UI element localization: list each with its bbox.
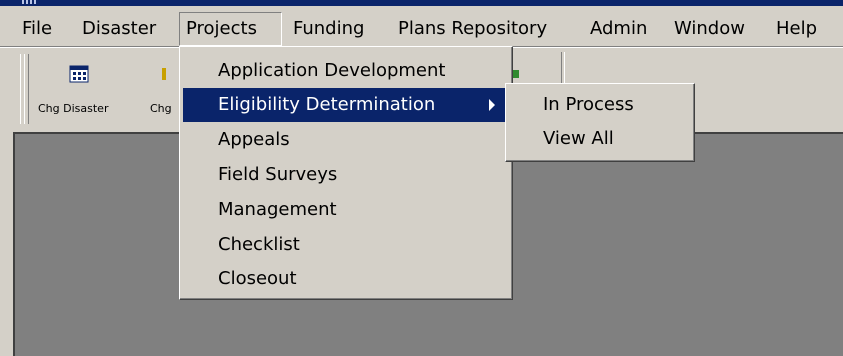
menu-item-eligibility-determination-label: Eligibility Determination — [218, 94, 436, 115]
menu-plans-repository[interactable]: Plans Repository — [392, 12, 553, 46]
menu-file[interactable]: File — [16, 12, 58, 46]
menu-item-checklist[interactable]: Checklist — [183, 228, 509, 262]
chg-disaster-label: Chg Disaster — [38, 102, 109, 115]
application-window: File Disaster Projects Funding Plans Rep… — [0, 0, 843, 356]
chg-button[interactable]: Chg — [148, 60, 180, 124]
submenu-item-in-process[interactable]: In Process — [509, 88, 691, 122]
menu-admin[interactable]: Admin — [584, 12, 653, 46]
menu-funding[interactable]: Funding — [287, 12, 370, 46]
calendar-icon — [69, 64, 89, 84]
chg-label: Chg — [150, 102, 172, 115]
menu-projects[interactable]: Projects — [179, 12, 282, 46]
toolbar-separator — [561, 52, 565, 86]
chg-disaster-button[interactable]: Chg Disaster — [34, 60, 146, 124]
submenu-arrow-icon — [489, 99, 495, 111]
eligibility-submenu: In Process View All — [505, 83, 695, 162]
menu-item-eligibility-determination[interactable]: Eligibility Determination — [183, 88, 509, 122]
submenu-item-view-all[interactable]: View All — [509, 122, 691, 156]
menu-item-application-development[interactable]: Application Development — [183, 54, 509, 88]
toolbar-grip-secondary — [24, 54, 29, 124]
partial-icon — [513, 70, 519, 78]
menu-disaster[interactable]: Disaster — [76, 12, 162, 46]
menu-help[interactable]: Help — [770, 12, 823, 46]
menu-item-management[interactable]: Management — [183, 193, 509, 227]
toolbar-icon — [160, 64, 168, 84]
menu-item-field-surveys[interactable]: Field Surveys — [183, 158, 509, 192]
menu-item-closeout[interactable]: Closeout — [183, 262, 509, 296]
projects-dropdown-menu: Application Development Eligibility Dete… — [179, 46, 513, 300]
menu-window[interactable]: Window — [668, 12, 751, 46]
menu-item-appeals[interactable]: Appeals — [183, 123, 509, 157]
menu-bar: File Disaster Projects Funding Plans Rep… — [0, 6, 843, 46]
